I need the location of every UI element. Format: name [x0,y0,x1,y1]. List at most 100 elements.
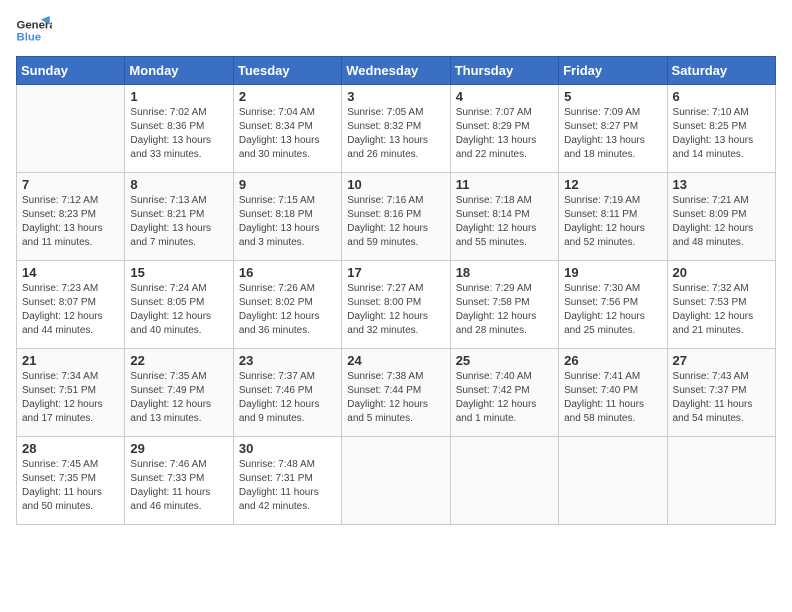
calendar-cell: 6 Sunrise: 7:10 AMSunset: 8:25 PMDaylight… [667,85,775,173]
day-number: 24 [347,353,444,368]
day-info: Sunrise: 7:18 AMSunset: 8:14 PMDaylight:… [456,194,553,250]
day-number: 2 [239,89,336,104]
calendar-cell [667,437,775,525]
day-info: Sunrise: 7:41 AMSunset: 7:40 PMDaylight:… [564,370,661,426]
day-number: 9 [239,177,336,192]
day-info: Sunrise: 7:27 AMSunset: 8:00 PMDaylight:… [347,282,444,338]
day-header-wednesday: Wednesday [342,57,450,85]
day-info: Sunrise: 7:19 AMSunset: 8:11 PMDaylight:… [564,194,661,250]
day-number: 18 [456,265,553,280]
day-header-thursday: Thursday [450,57,558,85]
calendar-cell: 15 Sunrise: 7:24 AMSunset: 8:05 PMDayligh… [125,261,233,349]
day-number: 21 [22,353,119,368]
day-number: 11 [456,177,553,192]
calendar-cell: 2 Sunrise: 7:04 AMSunset: 8:34 PMDaylight… [233,85,341,173]
calendar-cell: 12 Sunrise: 7:19 AMSunset: 8:11 PMDayligh… [559,173,667,261]
calendar-cell: 11 Sunrise: 7:18 AMSunset: 8:14 PMDayligh… [450,173,558,261]
day-number: 12 [564,177,661,192]
day-number: 10 [347,177,444,192]
day-info: Sunrise: 7:38 AMSunset: 7:44 PMDaylight:… [347,370,444,426]
calendar-cell: 25Sunrise: 7:40 AMSunset: 7:42 PMDayligh… [450,349,558,437]
day-info: Sunrise: 7:10 AMSunset: 8:25 PMDaylight:… [673,106,770,162]
day-info: Sunrise: 7:09 AMSunset: 8:27 PMDaylight:… [564,106,661,162]
day-info: Sunrise: 7:34 AMSunset: 7:51 PMDaylight:… [22,370,119,426]
day-number: 3 [347,89,444,104]
day-number: 1 [130,89,227,104]
day-info: Sunrise: 7:16 AMSunset: 8:16 PMDaylight:… [347,194,444,250]
logo-icon: General Blue [16,16,52,44]
calendar-cell: 24 Sunrise: 7:38 AMSunset: 7:44 PMDayligh… [342,349,450,437]
day-info: Sunrise: 7:30 AMSunset: 7:56 PMDaylight:… [564,282,661,338]
day-info: Sunrise: 7:24 AMSunset: 8:05 PMDaylight:… [130,282,227,338]
calendar-cell: 16 Sunrise: 7:26 AMSunset: 8:02 PMDayligh… [233,261,341,349]
calendar-cell [559,437,667,525]
calendar-cell: 13 Sunrise: 7:21 AMSunset: 8:09 PMDayligh… [667,173,775,261]
day-info: Sunrise: 7:07 AMSunset: 8:29 PMDaylight:… [456,106,553,162]
day-info: Sunrise: 7:12 AMSunset: 8:23 PMDaylight:… [22,194,119,250]
calendar-cell: 14Sunrise: 7:23 AMSunset: 8:07 PMDayligh… [17,261,125,349]
calendar-cell: 21 Sunrise: 7:34 AMSunset: 7:51 PMDayligh… [17,349,125,437]
day-number: 4 [456,89,553,104]
calendar-cell [450,437,558,525]
day-number: 17 [347,265,444,280]
calendar-week-1: 1 Sunrise: 7:02 AMSunset: 8:36 PMDaylight… [17,85,776,173]
calendar-header-row: SundayMondayTuesdayWednesdayThursdayFrid… [17,57,776,85]
calendar-cell: 26Sunrise: 7:41 AMSunset: 7:40 PMDayligh… [559,349,667,437]
day-number: 16 [239,265,336,280]
day-number: 13 [673,177,770,192]
day-number: 15 [130,265,227,280]
day-info: Sunrise: 7:26 AMSunset: 8:02 PMDaylight:… [239,282,336,338]
day-header-sunday: Sunday [17,57,125,85]
day-number: 20 [673,265,770,280]
day-info: Sunrise: 7:45 AMSunset: 7:35 PMDaylight:… [22,458,119,514]
calendar-cell: 23Sunrise: 7:37 AMSunset: 7:46 PMDayligh… [233,349,341,437]
calendar-cell: 20 Sunrise: 7:32 AMSunset: 7:53 PMDayligh… [667,261,775,349]
calendar-cell: 3 Sunrise: 7:05 AMSunset: 8:32 PMDaylight… [342,85,450,173]
calendar-cell: 5 Sunrise: 7:09 AMSunset: 8:27 PMDaylight… [559,85,667,173]
day-info: Sunrise: 7:32 AMSunset: 7:53 PMDaylight:… [673,282,770,338]
calendar-cell: 17 Sunrise: 7:27 AMSunset: 8:00 PMDayligh… [342,261,450,349]
day-info: Sunrise: 7:13 AMSunset: 8:21 PMDaylight:… [130,194,227,250]
calendar-cell: 29 Sunrise: 7:46 AMSunset: 7:33 PMDayligh… [125,437,233,525]
day-info: Sunrise: 7:29 AMSunset: 7:58 PMDaylight:… [456,282,553,338]
day-info: Sunrise: 7:04 AMSunset: 8:34 PMDaylight:… [239,106,336,162]
day-header-friday: Friday [559,57,667,85]
calendar-cell: 7 Sunrise: 7:12 AMSunset: 8:23 PMDaylight… [17,173,125,261]
day-number: 7 [22,177,119,192]
day-number: 28 [22,441,119,456]
day-info: Sunrise: 7:48 AMSunset: 7:31 PMDaylight:… [239,458,336,514]
calendar-cell: 18 Sunrise: 7:29 AMSunset: 7:58 PMDayligh… [450,261,558,349]
calendar-cell: 4 Sunrise: 7:07 AMSunset: 8:29 PMDaylight… [450,85,558,173]
calendar-cell: 27Sunrise: 7:43 AMSunset: 7:37 PMDayligh… [667,349,775,437]
day-header-saturday: Saturday [667,57,775,85]
day-info: Sunrise: 7:05 AMSunset: 8:32 PMDaylight:… [347,106,444,162]
calendar-cell [17,85,125,173]
day-info: Sunrise: 7:15 AMSunset: 8:18 PMDaylight:… [239,194,336,250]
day-number: 14 [22,265,119,280]
day-number: 30 [239,441,336,456]
page-header: General Blue [16,16,776,44]
day-info: Sunrise: 7:02 AMSunset: 8:36 PMDaylight:… [130,106,227,162]
calendar-week-3: 14Sunrise: 7:23 AMSunset: 8:07 PMDayligh… [17,261,776,349]
day-number: 5 [564,89,661,104]
day-number: 6 [673,89,770,104]
calendar-table: SundayMondayTuesdayWednesdayThursdayFrid… [16,56,776,525]
calendar-week-5: 28 Sunrise: 7:45 AMSunset: 7:35 PMDayligh… [17,437,776,525]
day-info: Sunrise: 7:40 AMSunset: 7:42 PMDaylight:… [456,370,553,426]
day-number: 22 [130,353,227,368]
logo: General Blue [16,16,56,44]
svg-text:Blue: Blue [17,32,42,44]
day-info: Sunrise: 7:43 AMSunset: 7:37 PMDaylight:… [673,370,770,426]
calendar-cell: 28 Sunrise: 7:45 AMSunset: 7:35 PMDayligh… [17,437,125,525]
calendar-cell: 9 Sunrise: 7:15 AMSunset: 8:18 PMDaylight… [233,173,341,261]
calendar-cell: 1 Sunrise: 7:02 AMSunset: 8:36 PMDaylight… [125,85,233,173]
day-info: Sunrise: 7:21 AMSunset: 8:09 PMDaylight:… [673,194,770,250]
calendar-cell: 8Sunrise: 7:13 AMSunset: 8:21 PMDaylight… [125,173,233,261]
day-info: Sunrise: 7:35 AMSunset: 7:49 PMDaylight:… [130,370,227,426]
day-info: Sunrise: 7:46 AMSunset: 7:33 PMDaylight:… [130,458,227,514]
day-number: 29 [130,441,227,456]
day-number: 19 [564,265,661,280]
day-header-monday: Monday [125,57,233,85]
calendar-cell: 22 Sunrise: 7:35 AMSunset: 7:49 PMDayligh… [125,349,233,437]
day-header-tuesday: Tuesday [233,57,341,85]
